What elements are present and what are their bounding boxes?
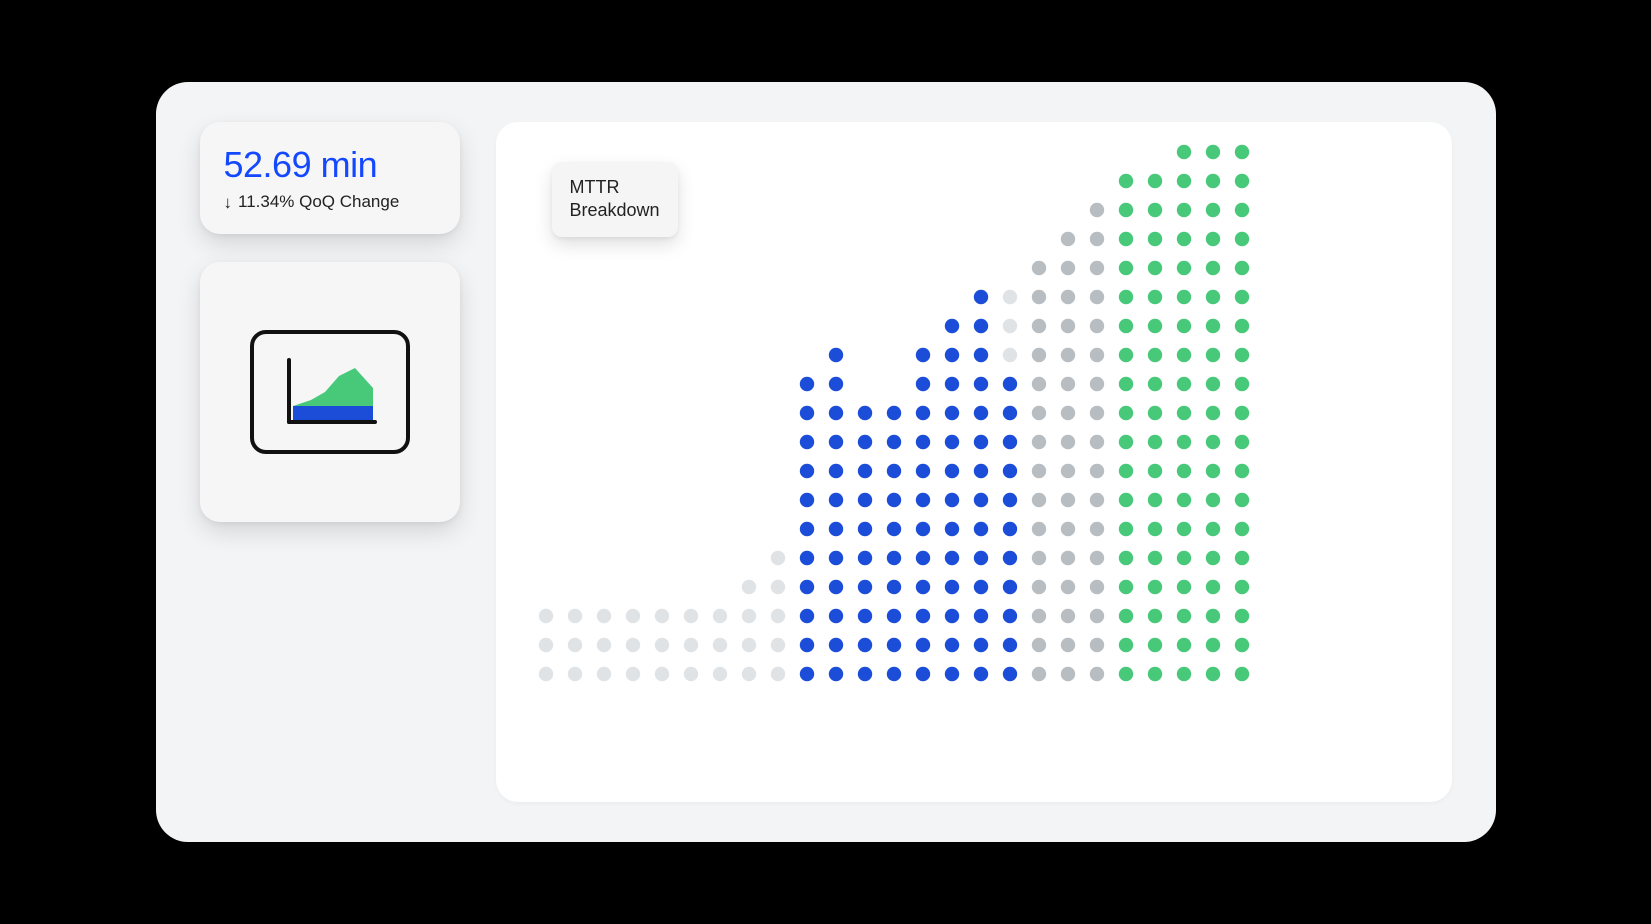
metric-change: ↓ 11.34% QoQ Change <box>224 192 436 212</box>
mttr-chart-card: MTTR Breakdown <box>496 122 1452 802</box>
chart-title-badge: MTTR Breakdown <box>552 162 678 237</box>
metric-change-text: 11.34% QoQ Change <box>238 192 399 212</box>
chart-type-card <box>200 262 460 522</box>
metric-value: 52.69 min <box>224 144 436 186</box>
arrow-down-icon: ↓ <box>224 194 233 211</box>
left-column: 52.69 min ↓ 11.34% QoQ Change <box>200 122 460 802</box>
metric-card: 52.69 min ↓ 11.34% QoQ Change <box>200 122 460 234</box>
dashboard-panel: 52.69 min ↓ 11.34% QoQ Change MTTR Break… <box>156 82 1496 842</box>
area-chart-icon <box>250 330 410 454</box>
